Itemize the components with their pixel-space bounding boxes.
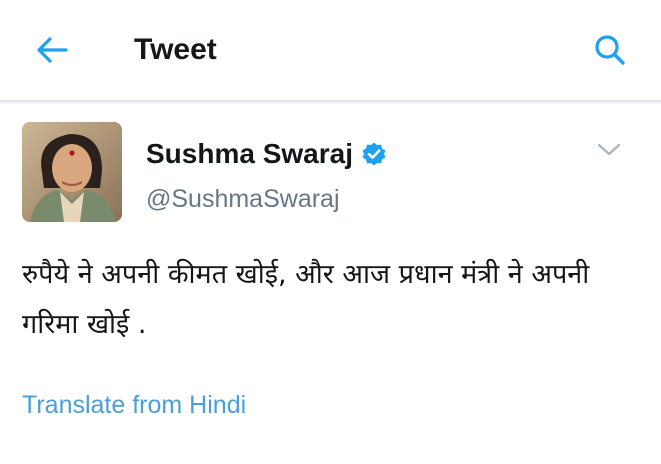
tweet-text: रुपैये ने अपनी कीमत खोई, और आज प्रधान मं… (22, 259, 590, 340)
author-name-row[interactable]: Sushma Swaraj (146, 135, 387, 173)
back-button[interactable] (30, 28, 74, 72)
author-name[interactable]: Sushma Swaraj (146, 135, 353, 173)
tweet-menu-button[interactable] (594, 138, 624, 162)
avatar[interactable] (22, 122, 122, 222)
chevron-down-icon (597, 143, 621, 156)
translate-link[interactable]: Translate from Hindi (22, 388, 246, 422)
search-button[interactable] (588, 28, 632, 72)
search-icon (595, 35, 625, 65)
author-handle[interactable]: @SushmaSwaraj (146, 183, 340, 215)
verified-badge-icon (362, 142, 386, 166)
page-title: Tweet (134, 33, 217, 66)
top-app-bar: Tweet (0, 0, 661, 102)
profile-photo (22, 122, 122, 222)
arrow-left-icon (37, 37, 68, 63)
